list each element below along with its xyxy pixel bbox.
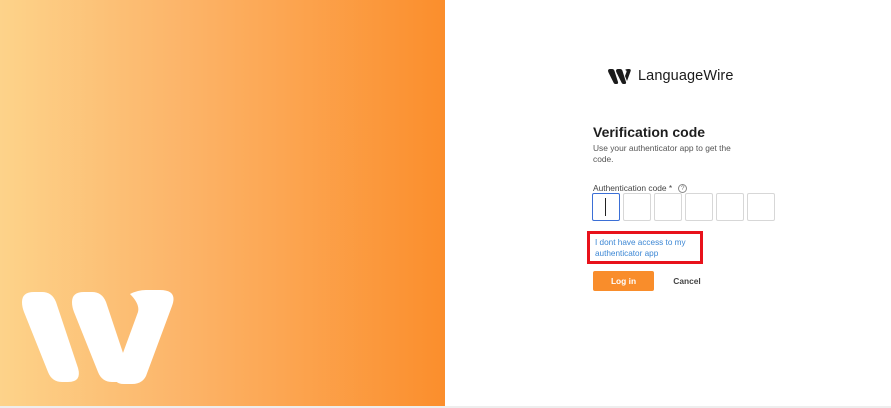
auth-code-label-row: Authentication code * ? bbox=[593, 183, 688, 193]
login-page: LanguageWire Verification code Use your … bbox=[0, 0, 891, 408]
no-access-link[interactable]: I dont have access to my authenticator a… bbox=[595, 237, 696, 259]
auth-code-label: Authentication code * bbox=[593, 183, 673, 193]
page-title: Verification code bbox=[593, 124, 706, 140]
question-circle-icon[interactable]: ? bbox=[678, 183, 688, 193]
brand-header: LanguageWire bbox=[608, 68, 734, 84]
code-digit-input-3[interactable] bbox=[654, 193, 682, 221]
auth-panel: LanguageWire Verification code Use your … bbox=[446, 0, 891, 408]
languagewire-large-logo-icon bbox=[22, 290, 174, 384]
brand-name: LanguageWire bbox=[638, 68, 734, 84]
code-digit-input-2[interactable] bbox=[623, 193, 651, 221]
code-digit-input-4[interactable] bbox=[685, 193, 713, 221]
cancel-button[interactable]: Cancel bbox=[666, 271, 708, 291]
languagewire-logo-icon bbox=[608, 68, 631, 84]
auth-code-input-group bbox=[592, 193, 775, 221]
code-digit-input-1[interactable] bbox=[592, 193, 620, 221]
page-subtitle: Use your authenticator app to get the co… bbox=[593, 143, 731, 164]
login-button[interactable]: Log in bbox=[593, 271, 654, 291]
code-digit-input-6[interactable] bbox=[747, 193, 775, 221]
hero-panel bbox=[0, 0, 445, 406]
code-digit-input-5[interactable] bbox=[716, 193, 744, 221]
no-access-highlight-box: I dont have access to my authenticator a… bbox=[587, 231, 703, 264]
